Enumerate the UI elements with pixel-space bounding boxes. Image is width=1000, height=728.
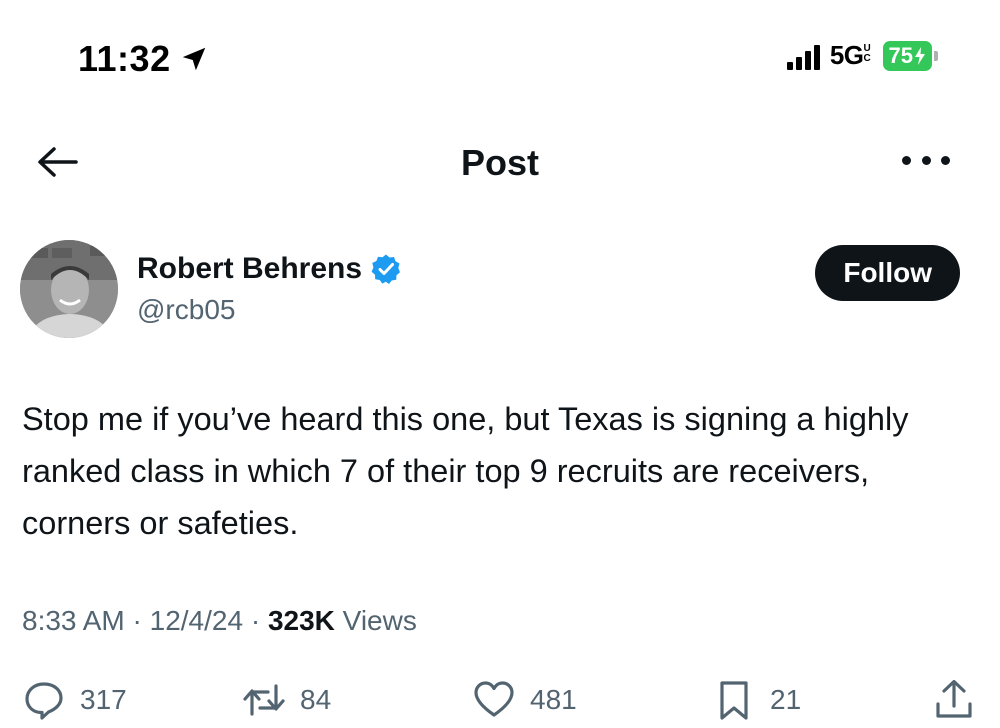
action-bar: 317 84 481 21 [22,678,978,728]
post-meta: 8:33 AM · 12/4/24 · 323K Views [22,605,417,637]
network-suffix: UC [863,43,871,64]
like-count: 481 [530,684,577,715]
author-handle[interactable]: @rcb05 [137,294,235,326]
battery-level: 75 [882,40,932,71]
status-indicators: 5GUC 75 [786,40,938,71]
status-bar: 11:32 5GUC 75 [0,0,1000,110]
post-date: 12/4/24 [149,605,244,636]
location-arrow-icon [182,47,205,71]
network-indicator: 5GUC [830,40,873,71]
charging-bolt-icon [915,46,925,65]
views-count[interactable]: 323K [268,605,335,637]
status-time-text: 11:32 [78,38,171,79]
bookmark-count: 21 [770,684,802,715]
page-title: Post [460,142,539,183]
meta-separator: · [243,605,268,636]
battery-charging-icon: 75 [882,40,938,71]
post-text: Stop me if you’ve heard this one, but Te… [22,401,909,541]
battery-percent: 75 [888,42,913,68]
repost-count: 84 [300,684,332,715]
reply-button[interactable]: 317 [22,678,127,722]
avatar-image [20,240,118,338]
author-row: Robert Behrens @rcb05 Follow [20,240,960,340]
network-label: 5G [829,40,864,70]
bookmark-button[interactable]: 21 [712,678,801,722]
follow-button[interactable]: Follow [815,245,960,301]
signal-bars-icon [786,42,820,70]
avatar[interactable] [20,240,118,338]
reply-count: 317 [80,684,127,715]
views-label: Views [334,605,417,636]
repost-button[interactable]: 84 [242,678,331,722]
meta-separator: · [124,605,150,636]
reply-icon [25,682,63,720]
status-time: 11:32 [78,38,209,80]
more-dot [921,155,931,165]
author-name-line: Robert Behrens [137,252,402,286]
heart-icon [474,681,514,717]
more-options-button[interactable] [902,148,950,172]
battery-cap [934,50,938,61]
like-button[interactable]: 481 [472,678,577,722]
post-time: 8:33 AM [22,605,125,636]
share-icon [936,679,972,718]
repost-icon [243,684,285,716]
bookmark-icon [720,681,748,720]
post-header: Post [0,130,1000,194]
verified-badge-icon [371,254,401,284]
share-button[interactable] [932,678,976,722]
author-name[interactable]: Robert Behrens [137,252,362,286]
more-horizontal-icon [902,155,911,165]
more-dot [941,155,950,165]
